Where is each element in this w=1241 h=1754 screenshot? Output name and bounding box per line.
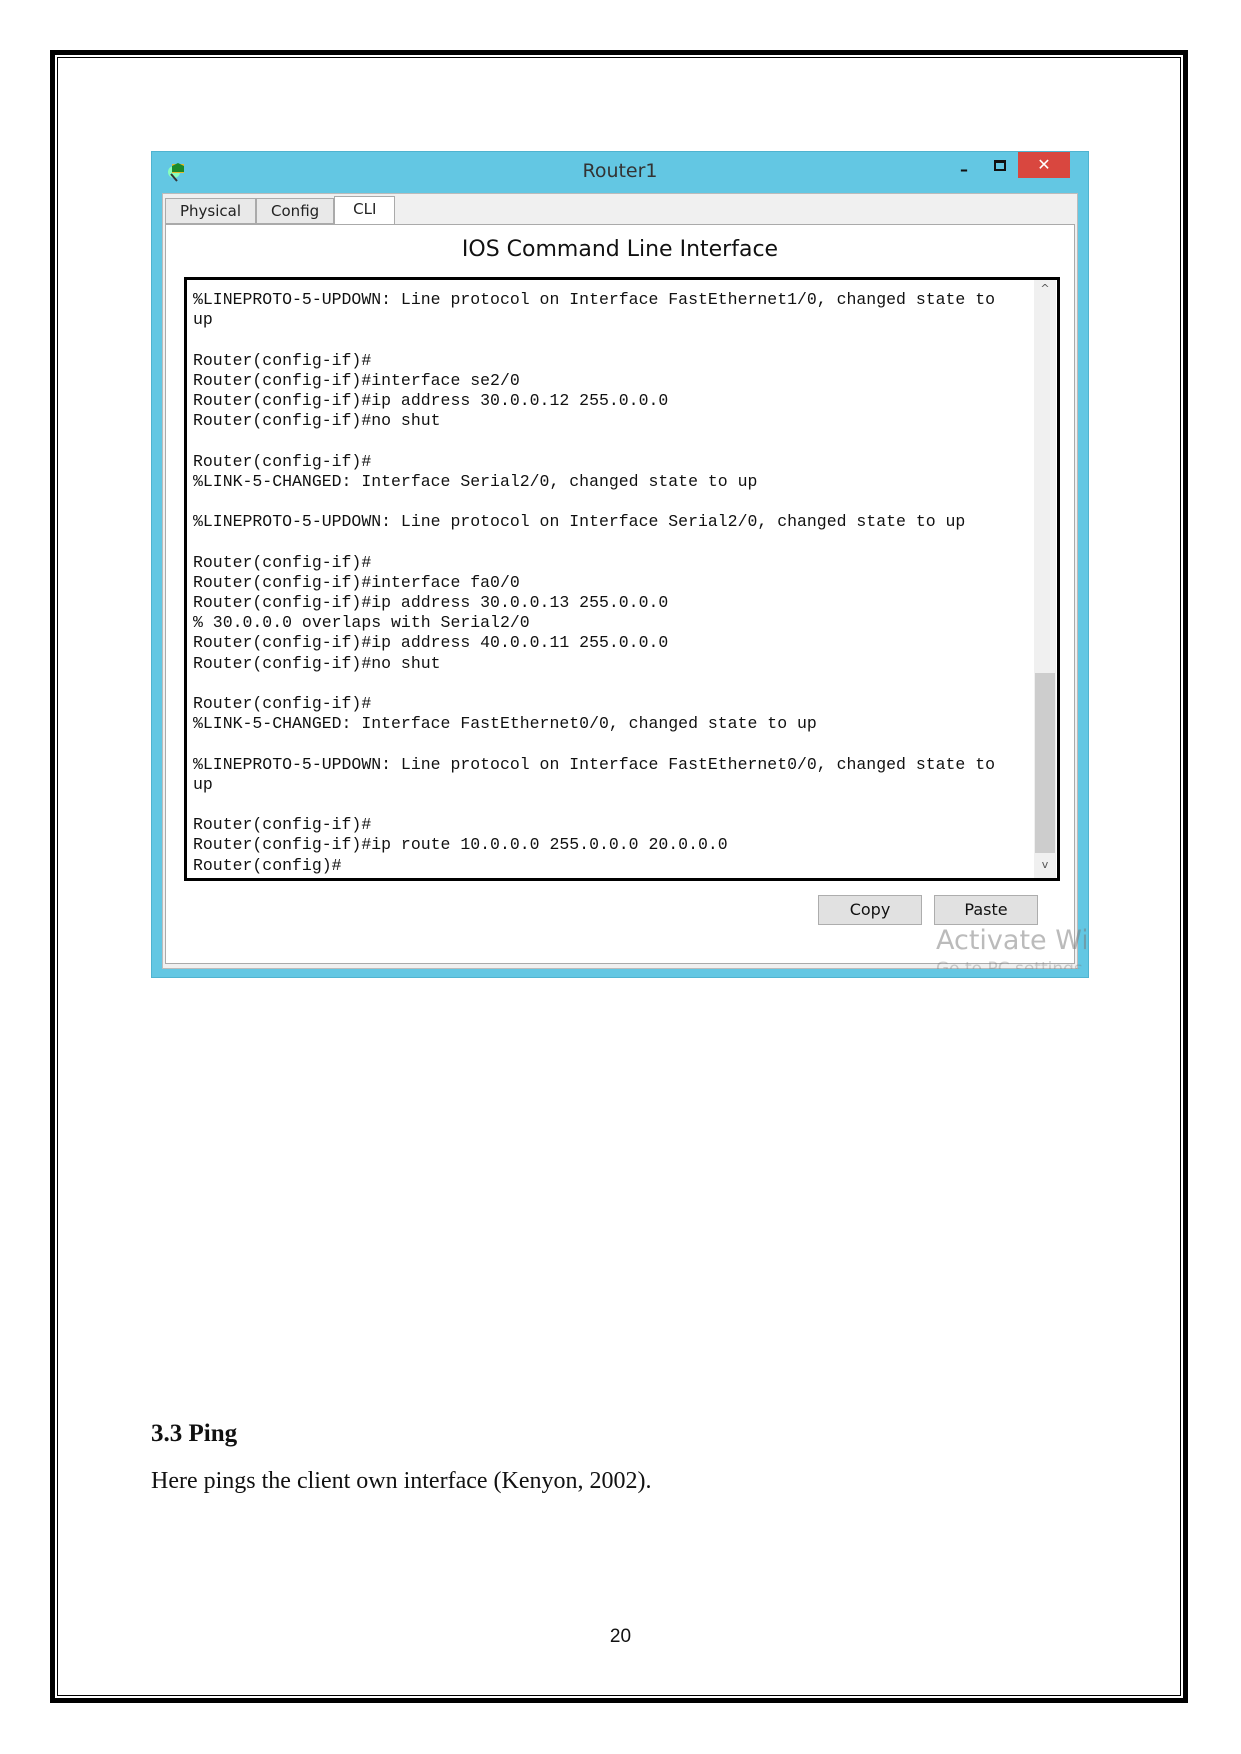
activate-windows-watermark: Activate Windows <box>936 925 1086 956</box>
close-icon: ✕ <box>1037 155 1051 174</box>
router1-window: Router1 – ✕ Physical Config CLI IOS Comm… <box>151 151 1089 978</box>
window-title: Router1 <box>582 160 658 182</box>
scroll-up-icon[interactable]: ^ <box>1034 282 1056 300</box>
cli-panel: IOS Command Line Interface %LINEPROTO-5-… <box>165 224 1086 969</box>
page-number: 20 <box>609 1626 632 1647</box>
title-bar[interactable]: Router1 – ✕ <box>152 152 1088 193</box>
maximize-icon <box>994 160 1006 171</box>
maximize-button[interactable] <box>988 156 1012 176</box>
scrollbar-thumb[interactable] <box>1035 673 1055 853</box>
tab-cli[interactable]: CLI <box>334 196 396 226</box>
cli-heading: IOS Command Line Interface <box>461 237 779 262</box>
copy-button[interactable]: Copy <box>818 895 922 925</box>
window-client: Physical Config CLI IOS Command Line Int… <box>162 193 1086 969</box>
scrollbar[interactable]: ^ v <box>1034 280 1056 878</box>
minimize-icon: – <box>960 160 968 179</box>
terminal-output[interactable]: %LINEPROTO-5-UPDOWN: Line protocol on In… <box>193 290 995 876</box>
cli-terminal[interactable]: %LINEPROTO-5-UPDOWN: Line protocol on In… <box>184 277 1060 881</box>
scroll-down-icon[interactable]: v <box>1034 858 1056 876</box>
close-button[interactable]: ✕ <box>1018 152 1070 178</box>
tab-config[interactable]: Config <box>256 198 335 224</box>
section-heading: 3.3 Ping <box>151 1420 238 1447</box>
minimize-button[interactable]: – <box>952 160 976 180</box>
activate-windows-subtext: Go to PC settings <box>936 959 1083 969</box>
paste-button[interactable]: Paste <box>934 895 1038 925</box>
tab-bar: Physical Config CLI <box>165 196 396 226</box>
tab-physical[interactable]: Physical <box>165 198 257 224</box>
body-paragraph: Here pings the client own interface (Ken… <box>151 1468 652 1494</box>
